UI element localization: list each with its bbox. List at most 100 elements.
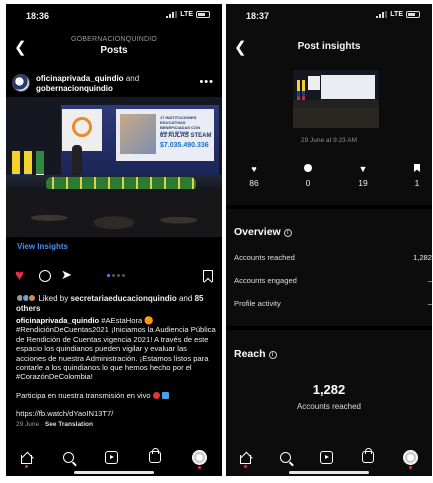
bottom-nav bbox=[226, 446, 432, 469]
bookmark-icon bbox=[397, 164, 432, 175]
search-icon[interactable] bbox=[63, 451, 75, 463]
post-header: oficinaprivada_quindio and gobernacionqu… bbox=[12, 72, 216, 94]
post-actions: ♥ ➤ bbox=[15, 268, 213, 286]
stat-comments: 0 bbox=[288, 164, 328, 188]
insights-screen: 18:37 LTE ❮ Post insights 29 June at 9:2… bbox=[226, 4, 432, 476]
info-icon[interactable]: i bbox=[283, 229, 292, 237]
overview-row-profile[interactable]: Profile activity – bbox=[234, 299, 432, 308]
likes-user[interactable]: secretariaeducacionquindio bbox=[70, 294, 176, 303]
status-bar: 18:36 LTE bbox=[6, 4, 222, 26]
info-icon[interactable]: i bbox=[268, 351, 277, 359]
status-indicators: LTE bbox=[376, 11, 420, 18]
post-photo[interactable]: 17 INSTITUCIONES EDUCATIVAS BENEFICIADAS… bbox=[6, 97, 222, 237]
post-authors: oficinaprivada_quindio and gobernacionqu… bbox=[36, 74, 139, 94]
heart-icon[interactable]: ♥ bbox=[15, 268, 24, 283]
divider bbox=[226, 205, 432, 209]
caption-author[interactable]: oficinaprivada_quindio bbox=[16, 316, 99, 325]
status-indicators: LTE bbox=[166, 11, 210, 18]
overview-title[interactable]: Overview i bbox=[234, 226, 292, 238]
battery-icon bbox=[196, 11, 210, 18]
back-arrow-icon[interactable]: ❮ bbox=[14, 40, 27, 55]
bookmark-icon[interactable] bbox=[203, 270, 213, 282]
row-label: Accounts reached bbox=[234, 253, 295, 262]
liker-avatar bbox=[28, 294, 36, 302]
post-datetime: 29 June at 9:23 AM bbox=[300, 137, 357, 144]
home-icon[interactable] bbox=[240, 455, 252, 468]
see-translation-link[interactable]: See Translation bbox=[45, 421, 93, 428]
home-indicator[interactable] bbox=[289, 471, 369, 474]
red-circle-emoji bbox=[152, 391, 160, 399]
header-account: GOBERNACIONQUINDIO bbox=[70, 36, 158, 43]
row-label: Accounts engaged bbox=[234, 276, 297, 285]
battery-icon bbox=[406, 11, 420, 18]
reach-value: 1,282 bbox=[312, 382, 346, 397]
caption-text: #AEstaHora 🟠 #RendiciónDeCuentas2021 ¡In… bbox=[16, 316, 216, 382]
share-icon[interactable]: ➤ bbox=[61, 268, 72, 281]
post-meta: 29 June · See Translation bbox=[16, 421, 93, 428]
page-title: Posts bbox=[100, 45, 128, 56]
speaker-figure bbox=[72, 145, 82, 175]
shop-icon[interactable] bbox=[361, 448, 374, 463]
engagement-stats: ♥ 86 0 ▼ 19 1 bbox=[226, 164, 432, 194]
down-arrow-emoji bbox=[161, 391, 169, 399]
comment-icon bbox=[288, 164, 328, 175]
network-label: LTE bbox=[390, 11, 403, 18]
reels-icon[interactable] bbox=[319, 450, 333, 464]
row-value: 1,282 bbox=[412, 253, 432, 262]
search-icon[interactable] bbox=[280, 451, 292, 463]
heart-icon: ♥ bbox=[251, 164, 257, 174]
home-indicator[interactable] bbox=[74, 471, 154, 474]
reach-title[interactable]: Reach i bbox=[234, 348, 277, 360]
divider bbox=[226, 326, 432, 330]
screen-text-2: 63 AULAS STEAM bbox=[160, 133, 212, 139]
stat-saves: 1 bbox=[397, 164, 432, 188]
reels-icon[interactable] bbox=[104, 450, 118, 464]
author-name[interactable]: oficinaprivada_quindio bbox=[36, 74, 124, 83]
shop-icon[interactable] bbox=[148, 448, 161, 463]
caption-live: Participa en nuestra transmisión en vivo bbox=[16, 390, 151, 400]
audience bbox=[6, 189, 222, 237]
caption-link[interactable]: https://fb.watch/dYaoIN13T7/ bbox=[16, 409, 216, 418]
profile-icon[interactable] bbox=[191, 449, 207, 469]
home-icon[interactable] bbox=[21, 455, 33, 468]
likes-summary[interactable]: Liked by secretariaeducacionquindio and … bbox=[16, 294, 214, 314]
post-date: 29 June bbox=[16, 421, 40, 428]
comments-value: 0 bbox=[305, 178, 311, 188]
row-value: – bbox=[427, 299, 432, 308]
reach-caption: Accounts reached bbox=[296, 402, 362, 411]
overview-row-engaged[interactable]: Accounts engaged – bbox=[234, 276, 432, 285]
post-thumbnail[interactable] bbox=[293, 70, 379, 128]
carousel-dots bbox=[107, 274, 125, 277]
status-bar: 18:37 LTE bbox=[226, 4, 432, 26]
insights-header: ❮ Post insights bbox=[226, 36, 432, 58]
likes-value: 86 bbox=[249, 178, 259, 188]
row-label: Profile activity bbox=[234, 299, 281, 308]
page-title: Post insights bbox=[297, 41, 361, 52]
more-icon[interactable]: ••• bbox=[199, 76, 214, 88]
likes-prefix: Liked by bbox=[38, 294, 69, 303]
screen-text-1: 17 INSTITUCIONES EDUCATIVAS BENEFICIADAS… bbox=[160, 115, 201, 135]
overview-label: Overview bbox=[234, 226, 281, 238]
view-insights-link[interactable]: View Insights bbox=[17, 242, 68, 251]
stat-shares: ▼ 19 bbox=[343, 164, 383, 188]
coauthor-name[interactable]: gobernacionquindio bbox=[36, 84, 113, 93]
overview-row-reached[interactable]: Accounts reached 1,282 bbox=[234, 253, 432, 262]
status-time: 18:36 bbox=[26, 11, 50, 21]
avatar[interactable] bbox=[12, 74, 30, 92]
row-value: – bbox=[427, 276, 432, 285]
post-caption: oficinaprivada_quindio #AEstaHora 🟠 #Ren… bbox=[16, 316, 216, 428]
side-screen bbox=[62, 109, 102, 151]
profile-icon[interactable] bbox=[402, 449, 418, 469]
author-and: and bbox=[125, 74, 140, 83]
reach-label: Reach bbox=[234, 348, 266, 360]
back-arrow-icon[interactable]: ❮ bbox=[234, 40, 247, 55]
status-time: 18:37 bbox=[246, 11, 270, 21]
bottom-nav bbox=[6, 446, 222, 469]
share-icon: ▼ bbox=[358, 164, 368, 174]
post-screen: 18:36 LTE ❮ GOBERNACIONQUINDIO Posts ofi… bbox=[6, 4, 222, 476]
saves-value: 1 bbox=[414, 178, 420, 188]
comment-icon[interactable] bbox=[39, 270, 51, 282]
stat-likes: ♥ 86 bbox=[234, 164, 274, 188]
likes-and: and bbox=[178, 294, 193, 303]
network-label: LTE bbox=[180, 11, 193, 18]
